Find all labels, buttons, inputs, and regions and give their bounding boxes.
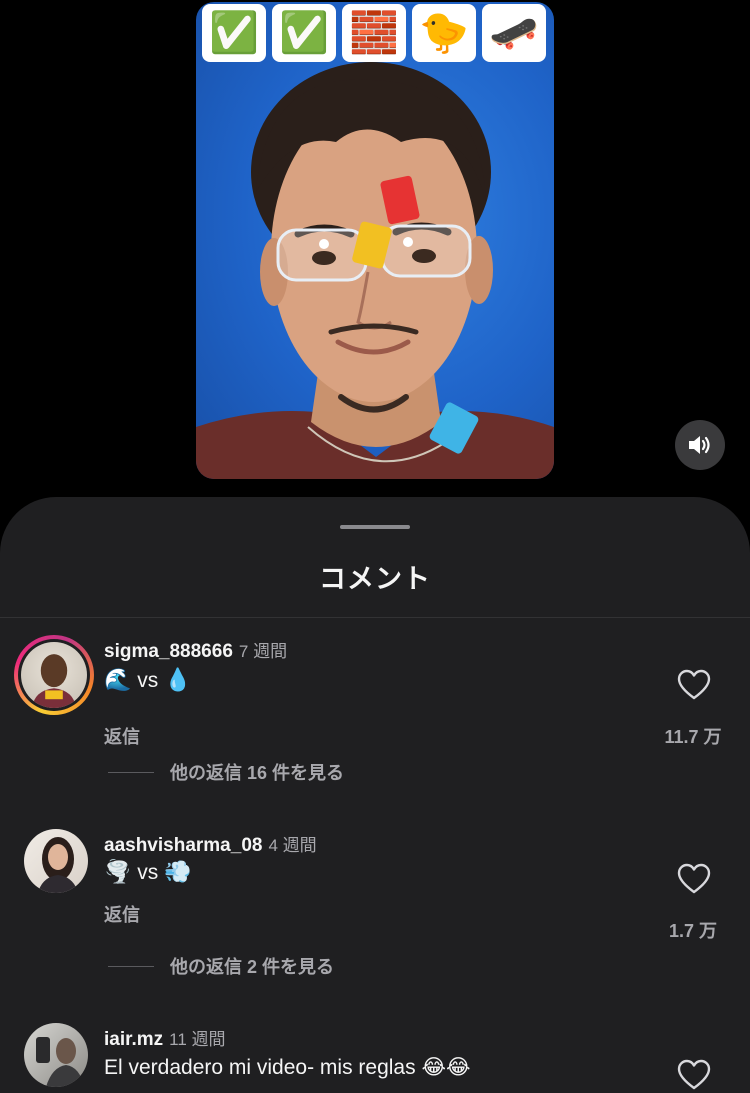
droplet-emoji: 💧: [164, 667, 192, 692]
divider: [0, 617, 750, 618]
emoji-tile-check-2: ✅: [272, 4, 336, 62]
sheet-drag-handle[interactable]: [340, 525, 410, 529]
heart-outline-icon[interactable]: [677, 669, 711, 701]
comment-item: iair.mz 11 週間 El verdadero mi video- mis …: [0, 1023, 750, 1093]
sheet-title: コメント: [319, 564, 431, 594]
video-person-image: [196, 62, 554, 479]
reply-button[interactable]: 返信: [104, 723, 140, 749]
emoji-tile-check-1: ✅: [202, 4, 266, 62]
comment-timestamp: 7 週間: [238, 642, 288, 661]
thread-line: [108, 965, 154, 967]
comment-timestamp: 4 週間: [268, 836, 317, 855]
comment-header: aashvisharma_08 4 週間: [104, 831, 317, 857]
comment-header: sigma_888666 7 週間: [104, 637, 287, 663]
speaker-on-icon: [689, 436, 710, 454]
emoji-tile-brick: 🧱: [342, 4, 406, 62]
tornado-emoji: 🌪️: [104, 859, 132, 884]
comment-text: 🌊 vs 💧: [104, 667, 192, 692]
volume-button[interactable]: [675, 420, 725, 470]
like-count: 1.7 万: [668, 921, 718, 941]
dash-emoji: 💨: [164, 859, 192, 884]
avatar-image: [32, 654, 76, 708]
comment-timestamp: 11 週間: [169, 1030, 226, 1049]
comment-username[interactable]: aashvisharma_08: [104, 835, 262, 856]
emoji-tile-chick: 🐤: [412, 4, 476, 62]
thread-line: [108, 771, 154, 773]
view-more-replies-label[interactable]: 他の返信 2 件を見る: [170, 953, 334, 979]
avatar[interactable]: [24, 829, 88, 893]
like-count: 11.7 万: [664, 727, 722, 747]
comment-text: El verdadero mi video- mis reglas 😂😂: [104, 1056, 471, 1079]
view-more-replies[interactable]: 他の返信 16 件を見る: [108, 759, 344, 785]
video-frame[interactable]: ✅ ✅ 🧱 🐤 🛹: [196, 2, 554, 479]
wave-emoji: 🌊: [104, 667, 132, 692]
avatar[interactable]: [21, 642, 87, 708]
comments-sheet: コメント sigma_888666 7 週間 🌊 vs 💧 返信 他の返信 16…: [0, 497, 750, 1093]
avatar[interactable]: [24, 1023, 88, 1087]
heart-outline-icon[interactable]: [677, 863, 711, 895]
heart-outline-icon[interactable]: [677, 1059, 711, 1091]
comment-username[interactable]: iair.mz: [104, 1029, 163, 1050]
comment-text: 🌪️ vs 💨: [104, 859, 192, 884]
emoji-tile-bar: ✅ ✅ 🧱 🐤 🛹: [196, 2, 554, 64]
avatar-image: [36, 1037, 84, 1087]
story-ring[interactable]: [14, 635, 94, 715]
view-more-replies-label[interactable]: 他の返信 16 件を見る: [170, 759, 344, 785]
emoji-tile-skateboard: 🛹: [482, 4, 546, 62]
view-more-replies[interactable]: 他の返信 2 件を見る: [108, 953, 334, 979]
avatar-image: [38, 837, 78, 893]
reply-button[interactable]: 返信: [104, 901, 140, 927]
comment-item: sigma_888666 7 週間 🌊 vs 💧 返信 他の返信 16 件を見る …: [0, 635, 750, 785]
comment-item: aashvisharma_08 4 週間 🌪️ vs 💨 返信 他の返信 2 件を…: [0, 829, 750, 979]
comment-header: iair.mz 11 週間: [104, 1025, 226, 1051]
video-player[interactable]: ✅ ✅ 🧱 🐤 🛹: [0, 0, 750, 500]
comment-username[interactable]: sigma_888666: [104, 641, 233, 662]
